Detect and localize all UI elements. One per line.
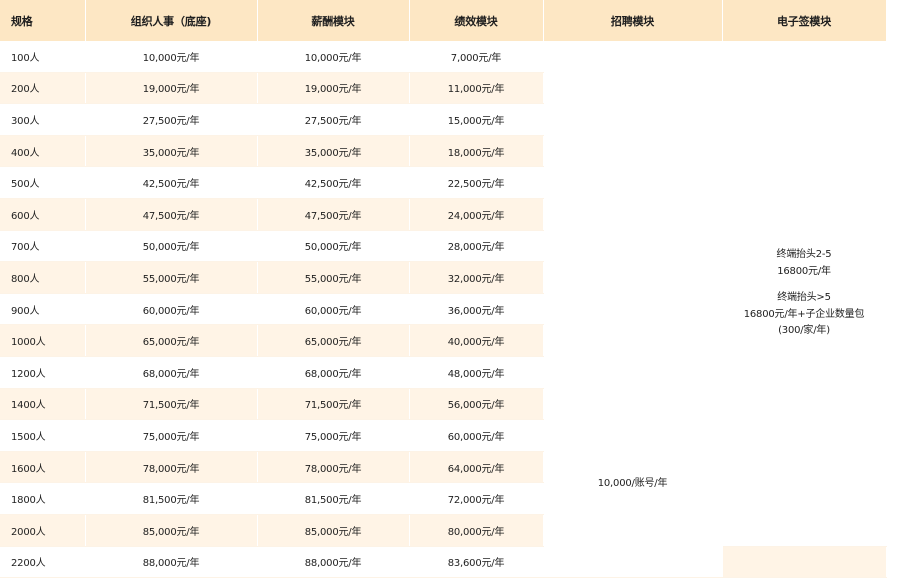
cell-salary-price: 81,500元/年 <box>257 482 410 515</box>
cell-esign-pricing: 终端抬头2-5 16800元/年 终端抬头>5 16800元/年+子企业数量包 (300… <box>722 41 887 547</box>
cell-performance-price: 80,000元/年 <box>409 514 544 547</box>
table-header-row: 规格 组织人事（底座) 薪酬模块 绩效模块 招聘模块 电子签模块 <box>0 0 887 41</box>
cell-salary-price: 10,000元/年 <box>257 41 410 73</box>
cell-scale: 500人 <box>0 166 86 199</box>
cell-performance-price: 36,000元/年 <box>409 293 544 326</box>
cell-scale: 1200人 <box>0 356 86 389</box>
cell-performance-price: 40,000元/年 <box>409 324 544 357</box>
cell-performance-price: 7,000元/年 <box>409 41 544 73</box>
esign-line3: 终端抬头>5 <box>777 292 831 303</box>
cell-org-price: 50,000元/年 <box>85 230 258 263</box>
cell-org-price: 71,500元/年 <box>85 388 258 421</box>
cell-recruitment-price: 10,000/账号/年 <box>543 41 723 578</box>
cell-salary-price: 88,000元/年 <box>257 546 410 578</box>
cell-performance-price: 11,000元/年 <box>409 72 544 105</box>
cell-salary-price: 68,000元/年 <box>257 356 410 389</box>
cell-org-price: 81,500元/年 <box>85 482 258 515</box>
header-salary-module: 薪酬模块 <box>257 0 410 41</box>
cell-scale: 1800人 <box>0 482 86 515</box>
header-scale: 规格 <box>0 0 86 41</box>
cell-scale: 800人 <box>0 261 86 294</box>
cell-org-price: 65,000元/年 <box>85 324 258 357</box>
cell-org-price: 35,000元/年 <box>85 135 258 168</box>
cell-org-price: 88,000元/年 <box>85 546 258 578</box>
cell-scale: 900人 <box>0 293 86 326</box>
esign-line5: (300/家/年) <box>778 325 830 336</box>
cell-scale: 600人 <box>0 198 86 231</box>
cell-salary-price: 71,500元/年 <box>257 388 410 421</box>
cell-salary-price: 27,500元/年 <box>257 103 410 136</box>
cell-salary-price: 75,000元/年 <box>257 419 410 452</box>
table-row: 2200人 88,000元/年 88,000元/年 83,600元/年 <box>0 546 887 578</box>
cell-scale: 1500人 <box>0 419 86 452</box>
cell-scale: 2000人 <box>0 514 86 547</box>
cell-scale: 1400人 <box>0 388 86 421</box>
header-org-personnel: 组织人事（底座) <box>85 0 258 41</box>
cell-org-price: 27,500元/年 <box>85 103 258 136</box>
cell-scale: 700人 <box>0 230 86 263</box>
esign-line1: 终端抬头2-5 <box>776 249 832 260</box>
cell-salary-price: 65,000元/年 <box>257 324 410 357</box>
cell-org-price: 55,000元/年 <box>85 261 258 294</box>
cell-performance-price: 56,000元/年 <box>409 388 544 421</box>
header-recruitment-module: 招聘模块 <box>543 0 723 41</box>
cell-org-price: 85,000元/年 <box>85 514 258 547</box>
cell-performance-price: 64,000元/年 <box>409 451 544 484</box>
header-performance-module: 绩效模块 <box>409 0 544 41</box>
cell-salary-price: 78,000元/年 <box>257 451 410 484</box>
cell-scale: 1600人 <box>0 451 86 484</box>
cell-performance-price: 83,600元/年 <box>409 546 544 578</box>
cell-performance-price: 24,000元/年 <box>409 198 544 231</box>
cell-salary-price: 19,000元/年 <box>257 72 410 105</box>
cell-org-price: 75,000元/年 <box>85 419 258 452</box>
cell-org-price: 10,000元/年 <box>85 41 258 73</box>
esign-line2: 16800元/年 <box>777 265 831 277</box>
cell-salary-price: 50,000元/年 <box>257 230 410 263</box>
cell-performance-price: 18,000元/年 <box>409 135 544 168</box>
cell-scale: 200人 <box>0 72 86 105</box>
cell-scale: 2200人 <box>0 546 86 578</box>
cell-performance-price: 72,000元/年 <box>409 482 544 515</box>
cell-salary-price: 55,000元/年 <box>257 261 410 294</box>
pricing-table: 规格 组织人事（底座) 薪酬模块 绩效模块 招聘模块 电子签模块 100人 10,… <box>0 0 887 578</box>
cell-salary-price: 85,000元/年 <box>257 514 410 547</box>
cell-org-price: 42,500元/年 <box>85 166 258 199</box>
cell-org-price: 60,000元/年 <box>85 293 258 326</box>
header-esign-module: 电子签模块 <box>722 0 887 41</box>
cell-performance-price: 32,000元/年 <box>409 261 544 294</box>
cell-org-price: 68,000元/年 <box>85 356 258 389</box>
cell-salary-price: 60,000元/年 <box>257 293 410 326</box>
cell-scale: 100人 <box>0 41 86 73</box>
cell-org-price: 47,500元/年 <box>85 198 258 231</box>
cell-salary-price: 42,500元/年 <box>257 166 410 199</box>
cell-performance-price: 28,000元/年 <box>409 230 544 263</box>
esign-spacer <box>727 280 882 290</box>
table-row: 100人 10,000元/年 10,000元/年 7,000元/年 10,000/账号/… <box>0 41 887 578</box>
cell-scale: 400人 <box>0 135 86 168</box>
cell-org-price: 19,000元/年 <box>85 72 258 105</box>
cell-performance-price: 60,000元/年 <box>409 419 544 452</box>
esign-line4: 16800元/年+子企业数量包 <box>743 308 865 320</box>
cell-scale: 300人 <box>0 103 86 136</box>
cell-salary-price: 47,500元/年 <box>257 198 410 231</box>
cell-esign-empty <box>722 546 887 578</box>
cell-org-price: 78,000元/年 <box>85 451 258 484</box>
cell-performance-price: 48,000元/年 <box>409 356 544 389</box>
cell-performance-price: 15,000元/年 <box>409 103 544 136</box>
cell-salary-price: 35,000元/年 <box>257 135 410 168</box>
cell-scale: 1000人 <box>0 324 86 357</box>
cell-performance-price: 22,500元/年 <box>409 166 544 199</box>
